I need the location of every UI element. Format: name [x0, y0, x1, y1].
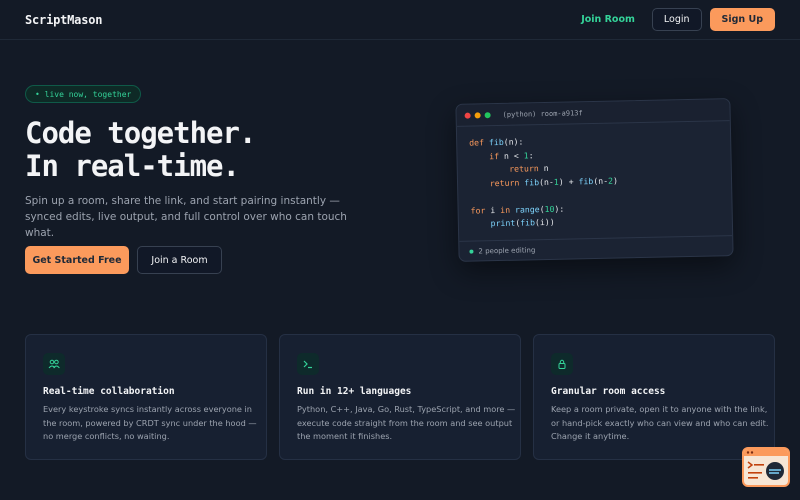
- top-nav: ScriptMason Join Room Login Sign Up: [0, 0, 800, 40]
- feature-text: Keep a room private, open it to anyone w…: [551, 404, 769, 441]
- feature-text: Python, C++, Java, Go, Rust, TypeScript,…: [297, 404, 516, 441]
- terminal-icon: [297, 353, 319, 375]
- feature-title: Granular room access: [551, 386, 666, 397]
- code-block: def fib(n): if n < 1: return n return fi…: [457, 121, 732, 231]
- maximize-dot-icon: [484, 111, 491, 118]
- hero-title-line-2: In real-time.: [25, 149, 240, 183]
- editing-count: 2 people editing: [478, 245, 536, 255]
- editor-footer: 2 people editing: [459, 235, 733, 261]
- login-button[interactable]: Login: [651, 8, 702, 31]
- feature-card-languages: Run in 12+ languages Python, C++, Java, …: [279, 334, 521, 460]
- nav-actions: Join Room Login Sign Up: [581, 8, 775, 31]
- feature-text: Every keystroke syncs instantly across e…: [43, 404, 257, 441]
- code-search-icon: [744, 449, 788, 480]
- signup-button[interactable]: Sign Up: [709, 8, 775, 31]
- help-widget-button[interactable]: [742, 447, 790, 487]
- presence-dot-icon: [469, 249, 474, 254]
- feature-card-collaboration: Real-time collaboration Every keystroke …: [25, 334, 267, 460]
- feature-card-access: Granular room access Keep a room private…: [533, 334, 775, 460]
- logo[interactable]: ScriptMason: [25, 13, 102, 27]
- hero-description: Spin up a room, share the link, and star…: [25, 195, 347, 239]
- users-icon: [43, 353, 65, 375]
- join-a-room-button[interactable]: Join a Room: [137, 246, 222, 274]
- minimize-dot-icon: [474, 111, 481, 118]
- code-editor-preview: (python) room-a913f def fib(n): if n < 1…: [455, 98, 734, 262]
- join-room-link[interactable]: Join Room: [581, 14, 635, 25]
- get-started-button[interactable]: Get Started Free: [25, 246, 129, 274]
- lock-icon: [551, 353, 573, 375]
- editor-title: (python) room-a913f: [502, 108, 583, 119]
- live-badge: • live now, together: [25, 85, 142, 103]
- hero-title: Code together. In real-time.: [25, 116, 256, 183]
- hero-title-line-1: Code together.: [25, 116, 256, 150]
- landing-page: ScriptMason Join Room Login Sign Up • li…: [0, 0, 800, 500]
- feature-title: Real-time collaboration: [43, 386, 175, 397]
- feature-title: Run in 12+ languages: [297, 386, 412, 397]
- close-dot-icon: [464, 112, 471, 119]
